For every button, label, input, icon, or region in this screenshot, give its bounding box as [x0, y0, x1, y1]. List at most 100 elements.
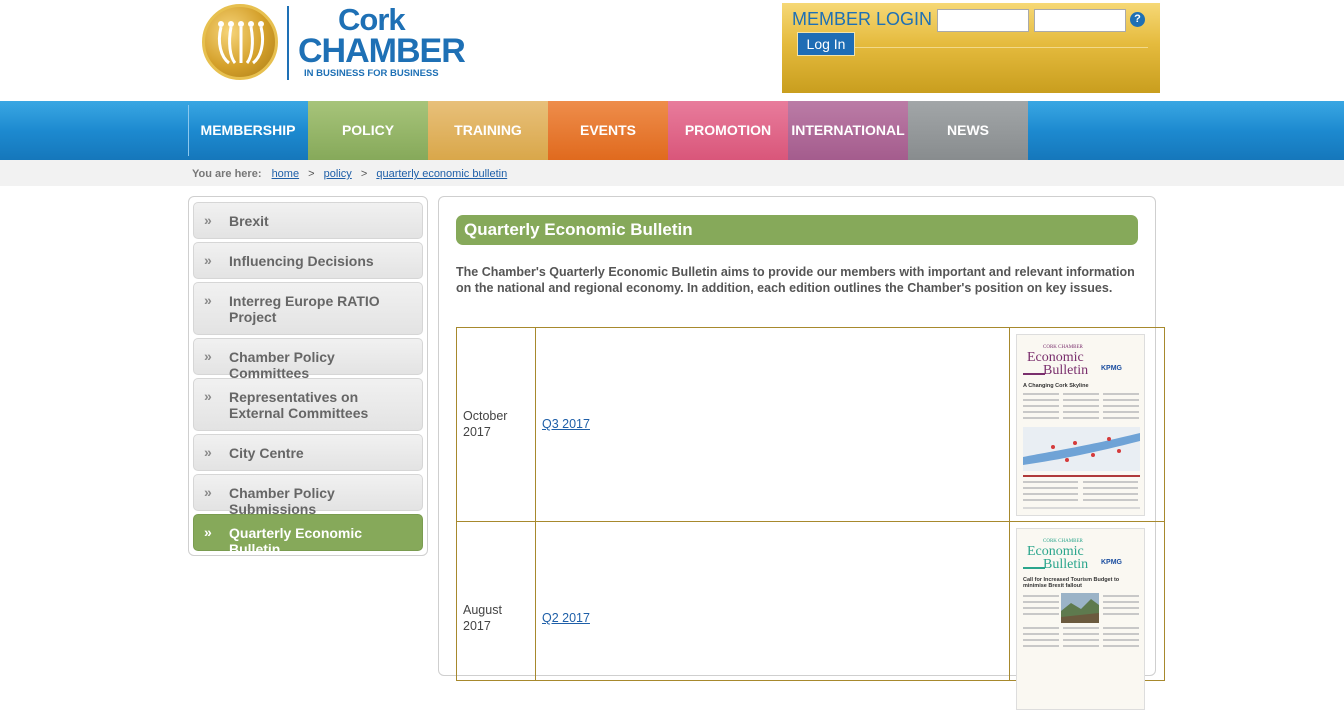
sidebar-item-label: Representatives on External Committees [229, 389, 369, 421]
thumb-text-line [1103, 411, 1139, 413]
thumb-text-line [1103, 639, 1139, 641]
thumb-text-line [1023, 601, 1059, 603]
thumb-text-line [1063, 417, 1099, 419]
thumb-text-line [1063, 645, 1099, 647]
breadcrumb-separator: > [360, 168, 368, 180]
page-title: Quarterly Economic Bulletin [456, 215, 1138, 245]
table-row: October 2017 Q3 2017 CORK CHAMBER Econom… [456, 327, 1165, 522]
password-input[interactable] [1034, 9, 1126, 32]
thumb-text-line [1023, 613, 1059, 615]
nav-events[interactable]: EVENTS [548, 101, 668, 160]
chevron-right-icon: » [204, 348, 212, 364]
sidebar-item-label: Quarterly Economic Bulletin [229, 525, 363, 557]
sidebar-item-label: Brexit [229, 213, 269, 229]
thumb-text-line [1023, 627, 1059, 629]
nav-international[interactable]: INTERNATIONAL [788, 101, 908, 160]
bulletin-date: October 2017 [463, 409, 508, 439]
bulletin-link-q3-2017[interactable]: Q3 2017 [542, 417, 590, 431]
thumb-accent-bar [1023, 373, 1045, 375]
thumb-text-line [1083, 499, 1138, 501]
thumb-accent-bar [1023, 567, 1045, 569]
help-icon[interactable]: ? [1130, 12, 1145, 27]
sidebar-item-external-committees[interactable]: » Representatives on External Committees [193, 378, 423, 431]
thumb-text-line [1023, 595, 1059, 597]
thumb-text-line [1103, 399, 1139, 401]
thumb-text-line [1023, 405, 1059, 407]
thumb-text-line [1023, 481, 1078, 483]
thumb-text-line [1103, 627, 1139, 629]
bulletin-link-q2-2017[interactable]: Q2 2017 [542, 611, 590, 625]
thumb-text-line [1023, 633, 1059, 635]
sidebar-item-city-centre[interactable]: » City Centre [193, 434, 423, 471]
sidebar-item-interreg[interactable]: » Interreg Europe RATIO Project [193, 282, 423, 335]
chevron-right-icon: » [204, 212, 212, 228]
breadcrumb-prefix: You are here: [192, 168, 262, 180]
sidebar-item-brexit[interactable]: » Brexit [193, 202, 423, 239]
thumb-text-line [1023, 493, 1078, 495]
thumb-text-line [1023, 645, 1059, 647]
chevron-right-icon: » [204, 524, 212, 540]
bulletin-thumb-cell: CORK CHAMBER Economic Bulletin KPMG Call… [1010, 522, 1165, 710]
cork-chamber-logo[interactable]: Cork CHAMBER IN BUSINESS FOR BUSINESS [202, 2, 466, 82]
thumb-text-line [1063, 639, 1099, 641]
member-login-title: MEMBER LOGIN [792, 9, 933, 29]
username-input[interactable] [937, 9, 1029, 32]
sidebar-item-label: Influencing Decisions [229, 253, 374, 269]
breadcrumb-bar: You are here: home > policy > quarterly … [0, 160, 1344, 186]
sidebar-item-quarterly-bulletin[interactable]: » Quarterly Economic Bulletin [193, 514, 423, 557]
thumb-text-line [1023, 417, 1059, 419]
thumb-text-line [1103, 595, 1139, 597]
bulletin-date: August 2017 [463, 603, 502, 633]
thumb-text-line [1023, 607, 1059, 609]
sidebar-item-policy-committees[interactable]: » Chamber Policy Committees [193, 338, 423, 381]
intro-text: The Chamber's Quarterly Economic Bulleti… [456, 265, 1135, 295]
chevron-right-icon: » [204, 484, 212, 500]
nav-training[interactable]: TRAINING [428, 101, 548, 160]
thumb-headline: Call for Increased Tourism Budget to min… [1023, 577, 1120, 589]
nav-membership[interactable]: MEMBERSHIP [188, 101, 308, 160]
sidebar-item-influencing-decisions[interactable]: » Influencing Decisions [193, 242, 423, 279]
thumb-text-line [1063, 393, 1099, 395]
thumb-title-line2: Bulletin [1043, 363, 1089, 378]
nav-news[interactable]: NEWS [908, 101, 1028, 160]
chamber-emblem-icon [202, 4, 278, 80]
nav-promotion[interactable]: PROMOTION [668, 101, 788, 160]
thumb-text-line [1063, 633, 1099, 635]
thumb-text-line [1103, 613, 1139, 615]
thumb-text-line [1023, 399, 1059, 401]
nav-policy[interactable]: POLICY [308, 101, 428, 160]
table-row: August 2017 Q2 2017 CORK CHAMBER Economi… [456, 521, 1165, 710]
thumb-map-image [1023, 427, 1140, 471]
breadcrumb-separator: > [308, 168, 315, 180]
sidebar-item-label: Chamber Policy Submissions [229, 485, 335, 517]
chevron-right-icon: » [204, 292, 212, 308]
chevron-right-icon: » [204, 252, 212, 268]
site-header: Cork CHAMBER IN BUSINESS FOR BUSINESS ME… [0, 0, 1344, 101]
breadcrumb-link-current[interactable]: quarterly economic bulletin [376, 168, 507, 180]
sidebar-item-policy-submissions[interactable]: » Chamber Policy Submissions [193, 474, 423, 517]
thumb-text-line [1023, 487, 1078, 489]
breadcrumb-link-policy[interactable]: policy [324, 168, 352, 180]
thumb-divider [1023, 475, 1140, 477]
logo-tagline: IN BUSINESS FOR BUSINESS [304, 68, 439, 79]
thumb-text-line [1063, 627, 1099, 629]
breadcrumb-link-home[interactable]: home [272, 168, 300, 180]
thumb-text-line [1103, 633, 1139, 635]
thumb-text-line [1083, 487, 1138, 489]
bulletin-cover-thumbnail[interactable]: CORK CHAMBER Economic Bulletin KPMG Call… [1016, 528, 1145, 710]
thumb-text-line [1103, 601, 1139, 603]
chevron-right-icon: » [204, 444, 212, 460]
thumb-text-line [1023, 411, 1059, 413]
login-button[interactable]: Log In [797, 32, 855, 56]
thumb-title-line2: Bulletin [1043, 557, 1089, 572]
thumb-text-line [1103, 405, 1139, 407]
thumb-text-line [1103, 417, 1139, 419]
logo-divider [287, 6, 289, 80]
bulletin-thumb-cell: CORK CHAMBER Economic Bulletin KPMG A Ch… [1010, 328, 1165, 521]
kpmg-logo: KPMG [1101, 365, 1122, 372]
bulletin-cover-thumbnail[interactable]: CORK CHAMBER Economic Bulletin KPMG A Ch… [1016, 334, 1145, 516]
bulletin-date-cell: October 2017 [457, 328, 536, 521]
member-login-box: MEMBER LOGIN ? Log In [782, 3, 1160, 93]
thumb-text-line [1103, 393, 1139, 395]
sidebar-item-label: City Centre [229, 445, 304, 461]
